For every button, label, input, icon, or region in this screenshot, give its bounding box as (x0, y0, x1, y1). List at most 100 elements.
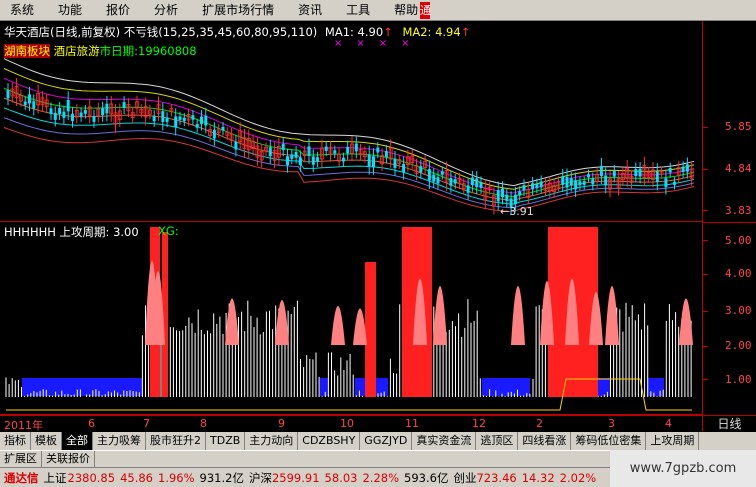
tab-all[interactable]: 全部 (62, 432, 93, 450)
candle-body (466, 185, 470, 193)
candle-body (372, 156, 375, 167)
date-label: 2011年 (4, 419, 43, 432)
cy-pct: 2.02% (559, 470, 597, 485)
candle-body (501, 188, 504, 198)
price-tick-1: 5.85 (725, 120, 752, 133)
tab-main-accumulate[interactable]: 主力吸筹 (93, 432, 146, 450)
candle-body (475, 178, 479, 187)
tab-chip-dense[interactable]: 筹码低位密集 (571, 432, 647, 450)
sh-value: 2380.85 (67, 470, 116, 485)
candle-body (290, 154, 294, 159)
candle-body (384, 151, 388, 158)
candle-body (436, 177, 440, 184)
sz-change: 58.03 (324, 470, 358, 485)
candle-body (522, 185, 526, 191)
candle-body (28, 94, 31, 104)
date-label: 6 (88, 417, 95, 430)
candle-body (561, 176, 565, 185)
candle-body (23, 101, 27, 106)
candle-body (599, 165, 603, 176)
ind-tick-4: 4.00 (725, 267, 752, 280)
menu-quote[interactable]: 报价 (96, 0, 144, 21)
sz-pct: 2.28% (362, 470, 400, 485)
tab-market-surge[interactable]: 股市狂升2 (146, 432, 206, 450)
candle-body (587, 174, 590, 178)
tab-real-money-flow[interactable]: 真实资金流 (412, 432, 477, 450)
xg-label: XG: (158, 224, 179, 238)
candle-body (204, 115, 208, 126)
ma2-arrow: ↑ (460, 25, 471, 39)
tab-escape-top[interactable]: 逃顶区 (476, 432, 519, 450)
candle-body (200, 116, 203, 124)
candle-body (53, 112, 57, 120)
candle-body (333, 150, 337, 154)
tick (703, 379, 708, 380)
menu-extended-market[interactable]: 扩展市场行情 (192, 0, 288, 21)
indicator-header: HHHHHH 上攻周期: 3.00 (4, 224, 139, 240)
ind-tick-1: 1.00 (725, 373, 752, 386)
mark-4: × (401, 38, 424, 49)
indicator-blue-zone (320, 378, 328, 396)
tab-ggzjyd[interactable]: GGZJYD (360, 432, 413, 450)
price-tick-3: 3.83 (725, 204, 752, 217)
candle-body (71, 113, 74, 121)
candle-body (58, 108, 62, 115)
sector-name: 酒店旅游 (53, 44, 100, 58)
candle-body (307, 146, 311, 157)
candle-body (664, 178, 668, 188)
candle-body (668, 167, 672, 173)
sz-label: 沪深 (248, 470, 272, 485)
sz-amount: 593.6亿 (404, 470, 449, 485)
candle-body (535, 183, 539, 189)
indicator-title: HHHHHH (4, 225, 56, 239)
menu-tools[interactable]: 工具 (336, 0, 384, 21)
menu-system[interactable]: 系统 (0, 0, 48, 21)
tab-main-trend[interactable]: 主力动向 (245, 432, 299, 450)
candle-body (470, 177, 474, 185)
candle-body (152, 115, 156, 122)
axis-divider (703, 222, 756, 223)
candle-body (92, 116, 96, 122)
ind-tick-5: 5.00 (725, 234, 752, 247)
tab-indicator[interactable]: 指标 (0, 432, 31, 450)
candle-body (539, 181, 543, 188)
tick (703, 210, 708, 211)
menu-info[interactable]: 资讯 (288, 0, 336, 21)
indicator-strong-bar (408, 237, 412, 397)
date-label: 10 (340, 417, 354, 430)
candle-body (578, 181, 582, 186)
tab-attack-cycle[interactable]: 上攻周期 (646, 432, 700, 450)
candle-body (479, 182, 483, 188)
candle-body (685, 164, 689, 172)
date-label: 2 (536, 417, 543, 430)
menu-corner-badge[interactable]: 通 (420, 2, 431, 19)
indicator-chart[interactable] (0, 222, 702, 415)
tick (703, 127, 708, 128)
candle-body (604, 175, 608, 186)
candle-body (212, 129, 216, 139)
tab-four-line[interactable]: 四线看涨 (518, 432, 572, 450)
menu-analysis[interactable]: 分析 (144, 0, 192, 21)
tab-cdzbshy[interactable]: CDZBSHY (298, 432, 361, 450)
menu-function[interactable]: 功能 (48, 0, 96, 21)
candle-body (191, 115, 195, 120)
tab-tdzb[interactable]: TDZB (206, 432, 246, 450)
listing-date: 市日期:19960808 (99, 44, 197, 58)
tab-related-quote[interactable]: 关联报价 (42, 451, 95, 467)
candle-body (195, 123, 199, 128)
tab-template[interactable]: 模板 (31, 432, 62, 450)
tab-extended-area[interactable]: 扩展区 (0, 451, 42, 467)
date-label: 12 (472, 417, 486, 430)
candle-body (286, 156, 289, 166)
watermark: www.7gpzb.com (610, 450, 756, 487)
mark-1: × (334, 38, 357, 49)
candle-body (178, 116, 182, 120)
candle-body (681, 166, 685, 172)
ma2-label: MA2: 4.94 (402, 25, 461, 39)
candle-body (281, 143, 285, 151)
date-axis: 2011年 6 7 8 9 10 11 12 2 3 4 (0, 415, 702, 432)
ind-tick-2: 2.00 (725, 339, 752, 352)
brand-label[interactable]: 通达信 (4, 470, 39, 486)
candle-body (294, 151, 298, 158)
period-selector[interactable]: 日线 (702, 415, 756, 431)
